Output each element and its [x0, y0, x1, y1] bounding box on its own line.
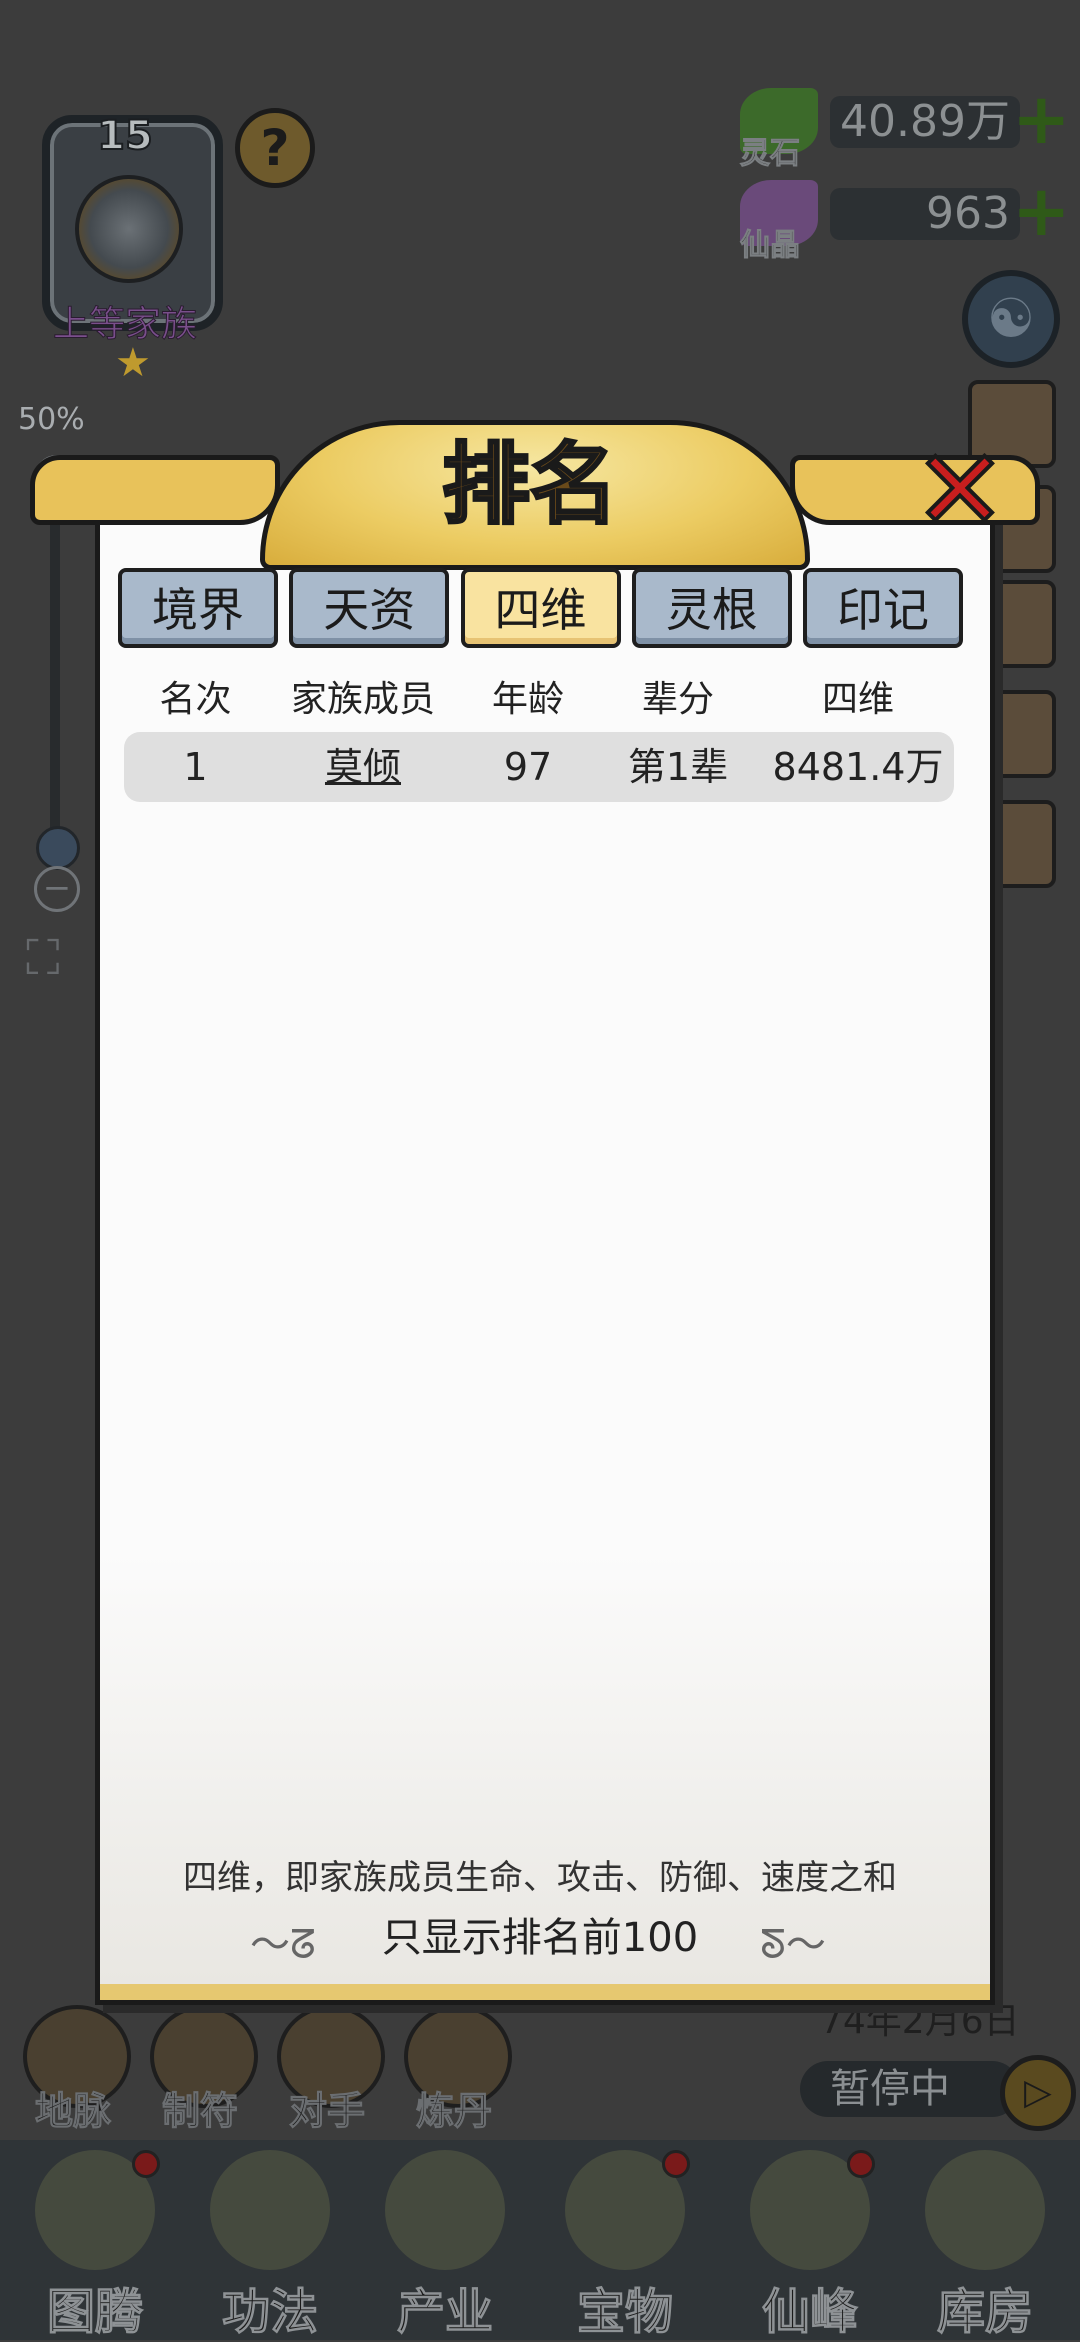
table-row: 1 莫倾 97 第1辈 8481.4万	[124, 732, 954, 802]
cloud-swirl-right-icon: ᘕ〜	[760, 1922, 826, 1968]
panel-bottom-trim	[100, 1984, 990, 2000]
column-header-age: 年龄	[491, 679, 564, 720]
cell-rank: 1	[183, 745, 208, 789]
title-ribbon: 排名	[30, 420, 1040, 570]
tab-four-stats[interactable]: 四维	[460, 568, 621, 648]
column-header-stat: 四维	[821, 679, 894, 720]
table-header: 名次 家族成员 年龄 辈分 四维	[118, 670, 963, 730]
tab-realm[interactable]: 境界	[118, 568, 278, 648]
tab-spirit-root[interactable]: 灵根	[631, 568, 792, 648]
panel-title: 排名	[440, 432, 619, 538]
rank-limit-note: 只显示排名前100	[381, 1915, 699, 1961]
column-header-member: 家族成员	[290, 679, 435, 720]
tab-talent[interactable]: 天资	[289, 568, 450, 648]
cell-generation: 第1辈	[627, 745, 729, 789]
column-header-rank: 名次	[159, 679, 232, 720]
tab-mark[interactable]: 印记	[803, 568, 963, 648]
ribbon-left	[30, 455, 280, 525]
close-icon[interactable]: ✕	[910, 433, 1010, 547]
cell-member-link[interactable]: 莫倾	[273, 732, 453, 802]
cell-age: 97	[503, 745, 553, 789]
stat-explanation: 四维，即家族成员生命、攻击、防御、速度之和	[183, 1858, 897, 1898]
column-header-generation: 辈分	[641, 679, 714, 720]
ranking-tabs: 境界 天资 四维 灵根 印记	[118, 568, 963, 652]
cell-stat: 8481.4万	[772, 745, 944, 789]
